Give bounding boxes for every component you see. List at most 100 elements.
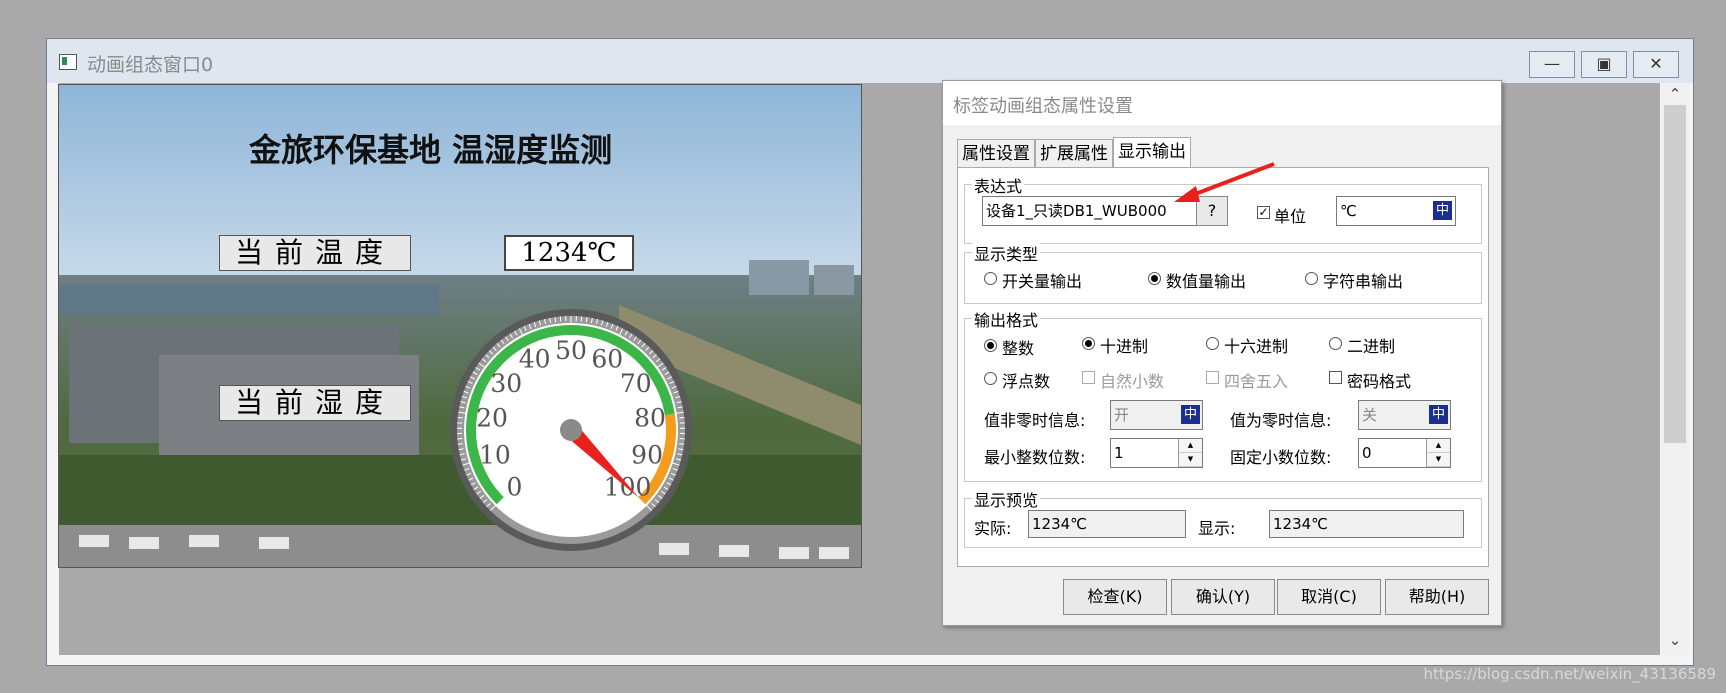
display-output-panel: 表达式 设备1_只读DB1_WUB000 ? ✓ 单位 ℃ 中 显示类型 开关量…	[957, 167, 1489, 567]
radio-string-output[interactable]	[1305, 272, 1318, 285]
chevron-up-icon[interactable]: ▲	[1179, 439, 1202, 453]
minimize-button[interactable]: —	[1529, 51, 1575, 78]
minimize-icon: —	[1544, 54, 1560, 73]
gauge-hub	[560, 419, 582, 441]
radio-numeric-output[interactable]	[1148, 272, 1161, 285]
temperature-label: 当前温度	[219, 235, 411, 271]
display-label: 显示:	[1198, 519, 1236, 538]
password-format-label: 密码格式	[1347, 372, 1412, 391]
monitoring-scene: 金旅环保基地 温湿度监测 当前温度 1234℃ 当前湿度 0 10 20 30 40 50…	[58, 84, 862, 568]
scrollbar-thumb[interactable]	[1664, 105, 1686, 443]
zero-message-value: 关	[1362, 406, 1378, 424]
numeric-output-label: 数值量输出	[1166, 272, 1247, 291]
dialog-titlebar[interactable]: 标签动画组态属性设置	[943, 81, 1501, 125]
ime-cn-icon[interactable]: 中	[1181, 405, 1200, 424]
gauge-tick	[585, 317, 588, 323]
confirm-button[interactable]: 确认(Y)	[1171, 579, 1275, 615]
display-type-group-title: 显示类型	[972, 241, 1041, 265]
actual-label: 实际:	[974, 519, 1012, 538]
tab-property-settings[interactable]: 属性设置	[957, 139, 1035, 167]
expression-group-title: 表达式	[972, 173, 1025, 197]
gauge-tick-label: 20	[476, 403, 508, 432]
radio-integer[interactable]	[984, 339, 997, 352]
radio-decimal[interactable]	[1082, 337, 1095, 350]
zero-message-label: 值为零时信息:	[1230, 411, 1332, 430]
cancel-button[interactable]: 取消(C)	[1277, 579, 1381, 615]
gauge-tick-label: 80	[634, 403, 666, 432]
nonzero-message-label: 值非零时信息:	[984, 411, 1086, 430]
chevron-down-icon[interactable]: ▼	[1179, 453, 1202, 467]
string-output-label: 字符串输出	[1323, 272, 1404, 291]
window-title: 动画组态窗口0	[87, 54, 214, 76]
min-integer-digits-stepper[interactable]: ▲ ▼	[1178, 439, 1202, 467]
maximize-button[interactable]: ▣	[1581, 51, 1627, 78]
gauge-tick-label: 60	[591, 345, 623, 374]
round-label: 四舍五入	[1224, 372, 1289, 391]
preview-group-title: 显示预览	[972, 487, 1041, 511]
zero-message-input[interactable]: 关 中	[1358, 400, 1451, 430]
scroll-down-icon[interactable]: ⌄	[1661, 631, 1689, 649]
hexadecimal-label: 十六进制	[1224, 337, 1289, 356]
window-app-icon	[59, 54, 77, 70]
min-integer-digits-value: 1	[1114, 444, 1124, 462]
fixed-decimal-digits-label: 固定小数位数:	[1230, 448, 1332, 467]
fixed-decimal-digits-value: 0	[1362, 444, 1372, 462]
watermark: https://blog.csdn.net/weixin_43136589	[1423, 665, 1716, 683]
fixed-decimal-digits-spinner[interactable]: 0 ▲ ▼	[1358, 438, 1451, 468]
gauge-tick	[457, 416, 463, 419]
tab-extended-properties[interactable]: 扩展属性	[1035, 139, 1113, 167]
window-titlebar[interactable]: 动画组态窗口0 — ▣ ✕	[47, 39, 1693, 83]
ime-cn-icon[interactable]: 中	[1429, 405, 1448, 424]
close-icon: ✕	[1649, 54, 1663, 73]
gauge-tick	[554, 317, 557, 323]
humidity-gauge[interactable]: 0102030405060708090100	[446, 305, 696, 555]
gauge-tick-label: 70	[620, 369, 652, 398]
annotation-arrow-icon	[1174, 162, 1275, 202]
min-integer-digits-spinner[interactable]: 1 ▲ ▼	[1110, 438, 1203, 468]
natural-decimal-checkbox[interactable]	[1082, 371, 1095, 384]
decimal-label: 十进制	[1100, 337, 1149, 356]
temperature-value[interactable]: 1234℃	[504, 235, 634, 271]
expression-input[interactable]: 设备1_只读DB1_WUB000	[982, 196, 1197, 226]
nonzero-message-input[interactable]: 开 中	[1110, 400, 1203, 430]
natural-decimal-label: 自然小数	[1100, 372, 1165, 391]
unit-value: ℃	[1340, 202, 1357, 220]
gauge-tick-label: 50	[555, 336, 587, 365]
gauge-tick-label: 30	[490, 369, 522, 398]
actual-preview-value: 1234℃	[1028, 510, 1186, 538]
check-button[interactable]: 检查(K)	[1063, 579, 1167, 615]
maximize-icon: ▣	[1596, 54, 1612, 73]
gauge-tick	[679, 416, 685, 419]
dialog-title: 标签动画组态属性设置	[953, 96, 1133, 117]
gauge-tick-label: 0	[506, 473, 522, 502]
unit-input[interactable]: ℃ 中	[1336, 196, 1456, 226]
output-format-group-title: 输出格式	[972, 307, 1041, 331]
round-checkbox[interactable]	[1206, 371, 1219, 384]
radio-switch-output[interactable]	[984, 272, 997, 285]
chevron-down-icon[interactable]: ▼	[1427, 453, 1450, 467]
password-format-checkbox[interactable]	[1329, 371, 1342, 384]
vertical-scrollbar[interactable]: ⌃ ⌄	[1661, 83, 1689, 655]
radio-float[interactable]	[984, 372, 997, 385]
gauge-tick-label: 10	[479, 441, 511, 470]
integer-label: 整数	[1002, 339, 1035, 358]
float-label: 浮点数	[1002, 372, 1051, 391]
ime-cn-icon[interactable]: 中	[1433, 201, 1452, 220]
fixed-decimal-digits-stepper[interactable]: ▲ ▼	[1426, 439, 1450, 467]
page-heading: 金旅环保基地 温湿度监测	[249, 131, 613, 169]
humidity-label: 当前湿度	[219, 385, 411, 421]
help-button[interactable]: 帮助(H)	[1385, 579, 1489, 615]
gauge-tick	[457, 443, 463, 445]
chevron-up-icon[interactable]: ▲	[1427, 439, 1450, 453]
close-button[interactable]: ✕	[1633, 51, 1679, 78]
min-integer-digits-label: 最小整数位数:	[984, 448, 1086, 467]
gauge-tick-label: 40	[519, 345, 551, 374]
scroll-up-icon[interactable]: ⌃	[1661, 85, 1689, 103]
display-preview-value: 1234℃	[1269, 510, 1464, 538]
gauge-tick	[679, 443, 685, 445]
gauge-tick-label: 90	[631, 441, 663, 470]
radio-binary[interactable]	[1329, 337, 1342, 350]
nonzero-message-value: 开	[1114, 406, 1130, 424]
switch-output-label: 开关量输出	[1002, 272, 1083, 291]
radio-hexadecimal[interactable]	[1206, 337, 1219, 350]
